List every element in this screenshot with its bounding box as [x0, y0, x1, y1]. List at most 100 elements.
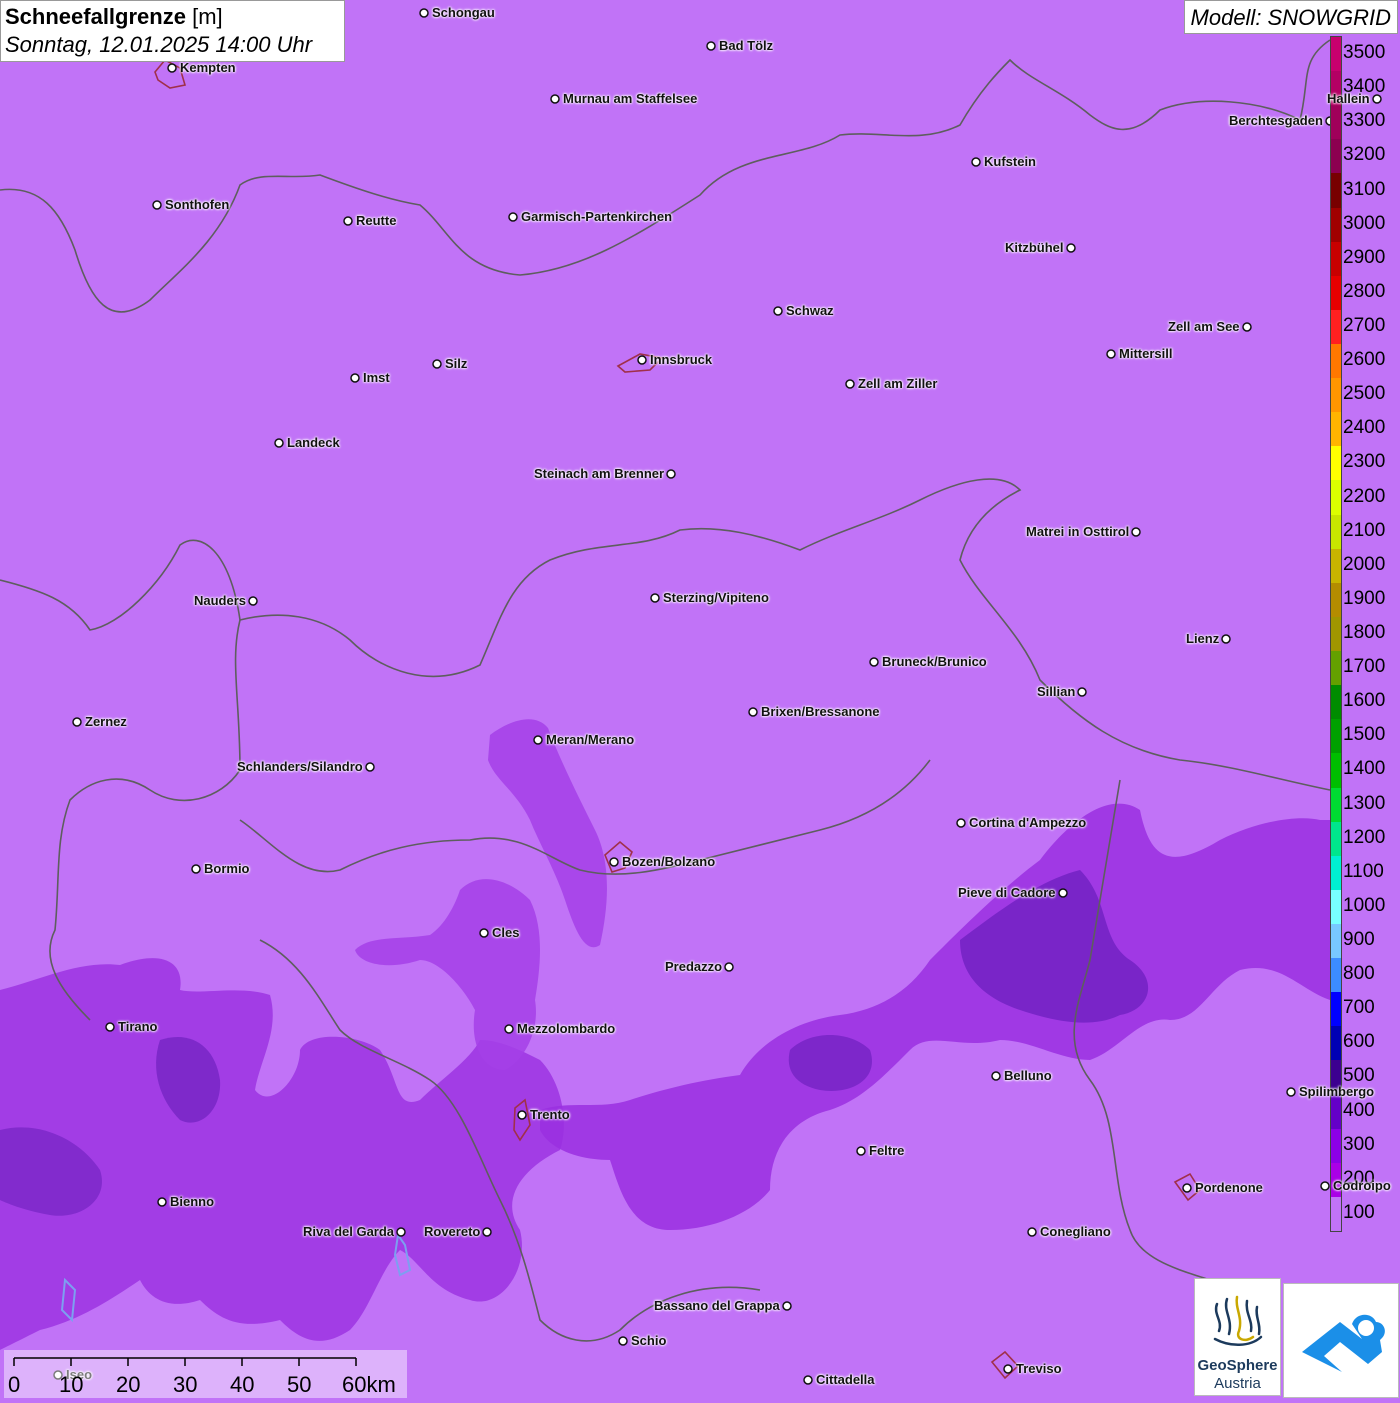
legend-swatch	[1331, 344, 1341, 379]
city-label: Bruneck/Brunico	[882, 654, 987, 669]
legend-swatch	[1331, 514, 1341, 550]
city-label: Lienz	[1186, 631, 1220, 646]
city-label: Reutte	[356, 213, 397, 228]
scale-label: 40	[230, 1372, 255, 1397]
legend-swatch	[1331, 412, 1341, 447]
legend-swatch	[1331, 582, 1341, 618]
city-label: Murnau am Staffelsee	[563, 91, 698, 106]
city-marker	[72, 717, 82, 727]
legend-label: 2200	[1343, 485, 1386, 507]
city-marker	[432, 359, 442, 369]
city-label: Bozen/Bolzano	[622, 854, 716, 869]
geosphere-logo-text-2: Austria	[1214, 1375, 1261, 1392]
city-label: Pieve di Cadore	[958, 885, 1056, 900]
legend-swatch	[1331, 753, 1341, 788]
city-label: Schio	[631, 1333, 667, 1348]
city-label: Trento	[530, 1107, 570, 1122]
legend-swatch	[1331, 685, 1341, 720]
legend-label: 2300	[1343, 451, 1386, 473]
city-marker	[706, 41, 716, 51]
city-marker	[152, 200, 162, 210]
legend-swatch	[1331, 958, 1341, 993]
city-label: Bad Tölz	[719, 38, 774, 53]
city-label: Cittadella	[816, 1372, 875, 1387]
city-marker	[666, 469, 676, 479]
title-box: Schneefallgrenze [m] Sonntag, 12.01.2025…	[0, 0, 345, 62]
city-label: Garmisch-Partenkirchen	[521, 209, 673, 224]
city-marker	[482, 1227, 492, 1237]
color-legend	[1330, 36, 1342, 1232]
snowline-core-mid	[788, 1035, 872, 1091]
city-label: Berchtesgaden	[1229, 113, 1323, 128]
legend-label: 3000	[1343, 212, 1386, 234]
map-title-main: Schneefallgrenze	[5, 4, 186, 29]
map-title-unit: [m]	[192, 4, 223, 29]
legend-label: 3200	[1343, 144, 1386, 166]
legend-label: 1600	[1343, 690, 1386, 712]
scale-label: 60km	[342, 1372, 396, 1397]
city-marker	[1106, 349, 1116, 359]
legend-swatch	[1331, 787, 1341, 823]
scale-label: 50	[287, 1372, 312, 1397]
city-label: Kufstein	[984, 154, 1036, 169]
scale-label: 20	[116, 1372, 141, 1397]
legend-label: 400	[1343, 1099, 1375, 1121]
legend-label: 2100	[1343, 519, 1386, 541]
city-label: Spilimbergo	[1299, 1084, 1375, 1099]
city-marker	[856, 1146, 866, 1156]
legend-swatch	[1331, 923, 1341, 959]
city-label: Brixen/Bressanone	[761, 704, 880, 719]
city-label: Innsbruck	[650, 352, 713, 367]
city-marker	[1320, 1181, 1330, 1191]
model-label: Modell: SNOWGRID	[1183, 0, 1398, 34]
legend-label: 3300	[1343, 110, 1386, 132]
city-label: Zell am Ziller	[858, 376, 938, 391]
city-marker	[618, 1336, 628, 1346]
city-label: Steinach am Brenner	[534, 466, 665, 481]
legend-label: 1100	[1343, 860, 1384, 882]
legend-label: 1500	[1343, 724, 1386, 746]
city-label: Feltre	[869, 1143, 905, 1158]
city-label: Conegliano	[1040, 1224, 1111, 1239]
city-label: Predazzo	[665, 959, 723, 974]
legend-swatch	[1331, 1196, 1341, 1232]
legend-swatch	[1331, 719, 1341, 754]
city-label: Schongau	[432, 5, 495, 20]
city-marker	[167, 63, 177, 73]
city-label: Landeck	[287, 435, 340, 450]
legend-label: 700	[1343, 997, 1375, 1019]
city-label: Sonthofen	[165, 197, 230, 212]
city-label: Kempten	[180, 60, 236, 75]
legend-label: 800	[1343, 963, 1375, 985]
legend-swatch	[1331, 480, 1341, 516]
legend-label: 2900	[1343, 246, 1386, 268]
legend-label: 3100	[1343, 178, 1386, 200]
city-marker	[550, 94, 560, 104]
legend-label: 3500	[1343, 42, 1386, 64]
legend-swatch	[1331, 37, 1341, 72]
legend-label: 1800	[1343, 622, 1386, 643]
city-marker	[1003, 1364, 1013, 1374]
city-marker	[1077, 687, 1087, 697]
city-marker	[350, 373, 360, 383]
city-marker	[1131, 527, 1141, 537]
city-marker	[991, 1071, 1001, 1081]
city-marker	[869, 657, 879, 667]
legend-swatch	[1331, 173, 1341, 209]
city-marker	[396, 1227, 406, 1237]
legend-swatch	[1331, 1128, 1341, 1164]
legend-label: 1400	[1343, 758, 1386, 780]
legend-label: 1200	[1343, 826, 1386, 848]
legend-swatch	[1331, 889, 1341, 925]
city-marker	[479, 928, 489, 938]
legend-label: 900	[1343, 929, 1375, 951]
city-label: Matrei in Osttirol	[1026, 524, 1130, 539]
city-marker	[1286, 1087, 1296, 1097]
city-marker	[508, 212, 518, 222]
legend-label: 2600	[1343, 349, 1386, 371]
city-marker	[191, 864, 201, 874]
city-label: Bormio	[204, 861, 250, 876]
city-marker	[105, 1022, 115, 1032]
scale-label: 10	[59, 1372, 84, 1397]
legend-swatch	[1331, 992, 1341, 1027]
